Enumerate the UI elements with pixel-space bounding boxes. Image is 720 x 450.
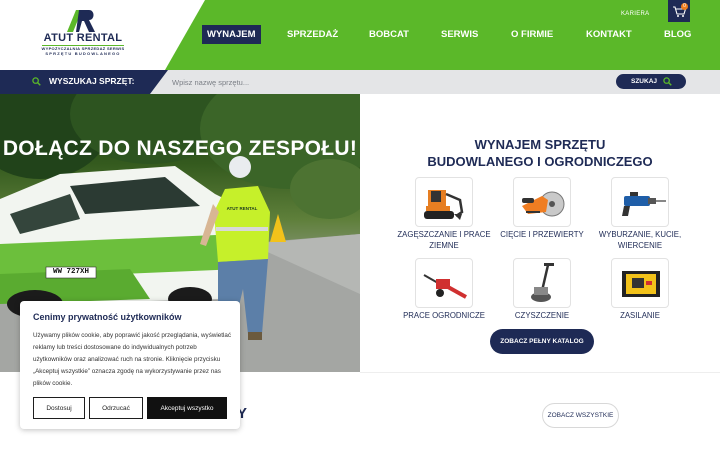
nav-item-kontakt[interactable]: KONTAKT <box>586 25 632 44</box>
category-card-gardening[interactable] <box>415 258 473 308</box>
nav-item-bobcat[interactable]: BOBCAT <box>369 25 409 44</box>
hero-vest-text: ATUT RENTAL <box>226 206 258 211</box>
cookie-reject-button[interactable]: Odrzucać <box>89 397 143 419</box>
hero-title: DOŁĄCZ DO NASZEGO ZESPOŁU! <box>2 137 358 160</box>
nav-item-o-firmie[interactable]: O FIRMIE <box>511 25 553 44</box>
search-button[interactable]: SZUKAJ <box>616 74 686 89</box>
category-label-earthworks-line2: ZIEMNE <box>429 241 459 250</box>
nav-item-sprzedaz[interactable]: SPRZEDAŻ <box>287 25 338 44</box>
category-label-cleaning[interactable]: CZYSZCZENIE <box>487 310 597 321</box>
section-divider <box>360 372 720 373</box>
demolition-hammer-icon <box>622 192 666 216</box>
full-catalog-button[interactable]: ZOBACZ PEŁNY KATALOG <box>490 329 594 354</box>
logo-tagline-2: SPRZĘTU BUDOWLANEGO <box>45 51 121 56</box>
see-all-button[interactable]: ZOBACZ WSZYSTKIE <box>542 403 619 428</box>
category-label-power-line1: ZASILANIE <box>620 311 660 320</box>
floor-grinder-icon <box>531 263 554 302</box>
search-input[interactable] <box>172 73 472 91</box>
search-button-icon <box>663 77 672 86</box>
category-label-gardening-line1: PRACE OGRODNICZE <box>403 311 485 320</box>
category-label-earthworks-line1: ZAGĘSZCZANIE I PRACE <box>397 230 491 239</box>
trencher-icon <box>423 274 467 299</box>
logo-name: ATUT RENTAL <box>43 32 123 44</box>
category-label-cleaning-line1: CZYSZCZENIE <box>514 311 570 320</box>
search-label: WYSZUKAJ SPRZĘT: <box>49 76 135 86</box>
category-label-gardening[interactable]: PRACE OGRODNICZE <box>389 310 499 321</box>
cookie-title: Cenimy prywatność użytkowników <box>33 312 182 322</box>
nav-item-blog[interactable]: BLOG <box>664 25 691 44</box>
header: ATUT RENTAL WYPOŻYCZALNIA SPRZEDAŻ SERWI… <box>0 0 720 70</box>
nav-item-serwis[interactable]: SERWIS <box>441 25 478 44</box>
cart-count-badge: 0 <box>681 3 688 10</box>
nav-item-wynajem[interactable]: WYNAJEM <box>202 25 261 44</box>
search-button-label: SZUKAJ <box>631 78 658 85</box>
category-card-demolition[interactable] <box>611 177 669 227</box>
category-label-demolition[interactable]: WYBURZANIE, KUCIE, WIERCENIE <box>585 229 695 251</box>
category-label-cutting[interactable]: CIĘCIE I PRZEWIERTY <box>487 229 597 240</box>
category-label-power[interactable]: ZASILANIE <box>585 310 695 321</box>
category-label-demolition-line1: WYBURZANIE, KUCIE, <box>598 230 682 239</box>
category-label-earthworks[interactable]: ZAGĘSZCZANIE I PRACE ZIEMNE <box>389 229 499 251</box>
logo-mark-icon <box>67 10 95 32</box>
category-label-demolition-line2: WIERCENIE <box>617 241 663 250</box>
hero-plate-text: WW 727XH <box>52 268 89 276</box>
logo[interactable]: ATUT RENTAL WYPOŻYCZALNIA SPRZEDAŻ SERWI… <box>40 10 126 58</box>
cut-off-saw-icon <box>522 191 565 217</box>
category-card-earthworks[interactable] <box>415 177 473 227</box>
category-card-power[interactable] <box>611 258 669 308</box>
kariera-link[interactable]: KARIERA <box>621 11 649 17</box>
cookie-text: Używamy plików cookie, aby poprawić jako… <box>33 332 232 387</box>
rental-title-line2: BUDOWLANEGO I OGRODNICZEGO <box>427 154 653 169</box>
cookie-accept-all-button[interactable]: Akceptuj wszystko <box>147 397 227 419</box>
category-card-cutting[interactable] <box>513 177 571 227</box>
mini-excavator-icon <box>424 190 464 220</box>
search-icon <box>32 77 41 86</box>
cookie-consent-banner: Cenimy prywatność użytkowników Używamy p… <box>20 301 240 429</box>
category-card-cleaning[interactable] <box>513 258 571 308</box>
rental-title-line1: WYNAJEM SPRZĘTU <box>474 137 606 152</box>
generator-icon <box>622 271 660 297</box>
page: ATUT RENTAL WYPOŻYCZALNIA SPRZEDAŻ SERWI… <box>0 0 720 450</box>
category-label-cutting-line1: CIĘCIE I PRZEWIERTY <box>500 230 584 239</box>
cookie-customize-button[interactable]: Dostosuj <box>33 397 85 419</box>
